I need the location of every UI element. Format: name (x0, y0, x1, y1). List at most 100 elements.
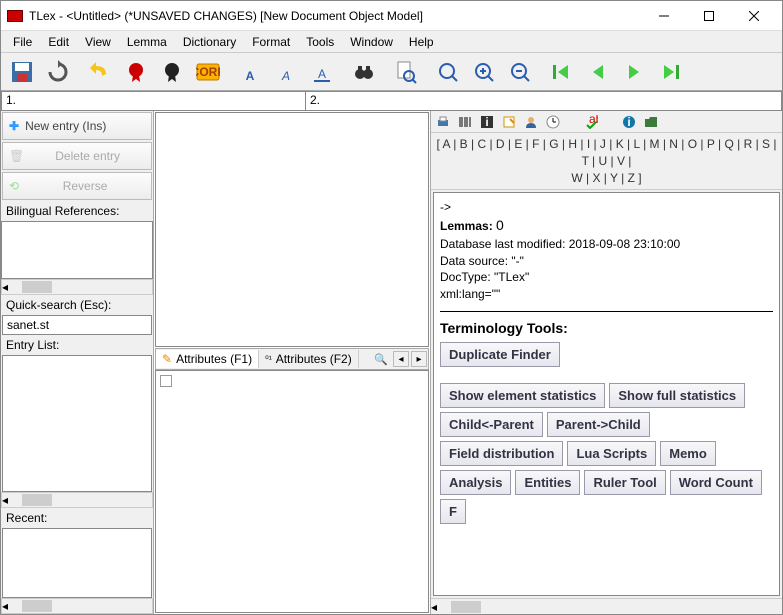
zoom-out-button[interactable] (503, 55, 537, 89)
quicksearch-label: Quick-search (Esc): (1, 295, 153, 315)
reverse-label: Reverse (25, 179, 145, 193)
black-seal-button[interactable] (155, 55, 189, 89)
menu-dictionary[interactable]: Dictionary (175, 33, 244, 51)
menu-window[interactable]: Window (342, 33, 401, 51)
address-bar: 1. 2. (1, 91, 782, 111)
field-distribution-button[interactable]: Field distribution (440, 441, 563, 466)
show-full-statistics-button[interactable]: Show full statistics (609, 383, 745, 408)
nav-prev-button[interactable] (581, 55, 615, 89)
info-square-icon[interactable]: i (479, 114, 495, 130)
delete-entry-label: Delete entry (30, 149, 145, 163)
red-seal-button[interactable] (119, 55, 153, 89)
f-button[interactable]: F (440, 499, 466, 524)
recent-label: Recent: (1, 508, 153, 528)
entities-button[interactable]: Entities (515, 470, 580, 495)
parent-child-button[interactable]: Parent->Child (547, 412, 650, 437)
spellcheck-icon[interactable]: abc (583, 114, 599, 130)
undo-button[interactable] (83, 55, 117, 89)
svg-text:CORP: CORP (196, 65, 220, 79)
attributes-tab-2[interactable]: ⁰¹ Attributes (F2) (259, 350, 359, 368)
menu-edit[interactable]: Edit (40, 33, 77, 51)
font-underline-button[interactable]: A (305, 55, 339, 89)
menubar: File Edit View Lemma Dictionary Format T… (1, 31, 782, 53)
binoculars-small-icon[interactable]: 🔍 (374, 353, 388, 366)
folder-icon[interactable] (643, 114, 659, 130)
recent-scrollbar[interactable]: ◂ (1, 598, 153, 614)
reverse-icon: ⟲ (9, 179, 19, 193)
delete-entry-button[interactable]: 🗑 Delete entry (2, 142, 152, 170)
menu-help[interactable]: Help (401, 33, 442, 51)
entry-list[interactable] (2, 355, 152, 492)
attribute-checkbox[interactable] (160, 375, 172, 387)
main-toolbar: CORP A A A (1, 53, 782, 91)
binoculars-button[interactable] (347, 55, 381, 89)
zoom-reset-button[interactable] (431, 55, 465, 89)
duplicate-finder-button[interactable]: Duplicate Finder (440, 342, 560, 367)
maximize-button[interactable] (686, 2, 731, 30)
analysis-button[interactable]: Analysis (440, 470, 511, 495)
bilingual-references-label: Bilingual References: (1, 201, 153, 221)
bilingual-references-list[interactable] (1, 221, 153, 279)
nav-last-button[interactable] (653, 55, 687, 89)
alphabet-row-2[interactable]: W | X | Y | Z ] (571, 171, 641, 185)
child-parent-button[interactable]: Child<-Parent (440, 412, 543, 437)
address-tab-2[interactable]: 2. (306, 91, 782, 111)
data-source-text: Data source: "-" (440, 253, 773, 270)
attributes-panel[interactable] (155, 370, 429, 613)
alphabet-row-1[interactable]: [ A | B | C | D | E | F | G | H | I | J … (437, 137, 777, 168)
reverse-button[interactable]: ⟲ Reverse (2, 172, 152, 200)
edit-icon: ✎ (162, 352, 172, 366)
new-entry-button[interactable]: ✚ New entry (Ins) (2, 112, 152, 140)
lua-scripts-button[interactable]: Lua Scripts (567, 441, 656, 466)
right-toolbar: i abc i (431, 111, 782, 133)
nav-next-button[interactable] (617, 55, 651, 89)
corp-button[interactable]: CORP (191, 55, 225, 89)
font-italic-button[interactable]: A (269, 55, 303, 89)
attributes-tab-1-label: Attributes (F1) (176, 352, 252, 366)
font-normal-button[interactable]: A (233, 55, 267, 89)
word-count-button[interactable]: Word Count (670, 470, 762, 495)
arrow-text: -> (440, 199, 773, 216)
zoom-in-button[interactable] (467, 55, 501, 89)
app-icon (7, 10, 23, 22)
refresh-button[interactable] (41, 55, 75, 89)
divider (440, 311, 773, 312)
address-tab-1[interactable]: 1. (1, 91, 306, 111)
barcode-icon[interactable] (457, 114, 473, 130)
svg-text:A: A (318, 67, 326, 81)
menu-file[interactable]: File (5, 33, 40, 51)
close-button[interactable] (731, 2, 776, 30)
info-circle-icon[interactable]: i (621, 114, 637, 130)
doctype-text: DocType: "TLex" (440, 269, 773, 286)
trash-icon: 🗑 (9, 149, 24, 163)
menu-tools[interactable]: Tools (298, 33, 342, 51)
print-icon[interactable] (435, 114, 451, 130)
ruler-tool-button[interactable]: Ruler Tool (584, 470, 665, 495)
quicksearch-input[interactable] (2, 315, 152, 335)
svg-text:A: A (281, 69, 290, 83)
code-icon: ⁰¹ (265, 354, 272, 365)
memo-button[interactable]: Memo (660, 441, 716, 466)
show-element-statistics-button[interactable]: Show element statistics (440, 383, 605, 408)
clock-icon[interactable] (545, 114, 561, 130)
editor-area[interactable] (155, 112, 429, 347)
attributes-tab-2-label: Attributes (F2) (276, 352, 352, 366)
right-scrollbar[interactable]: ◂ (431, 598, 782, 614)
save-button[interactable] (5, 55, 39, 89)
entrylist-scrollbar[interactable]: ◂ (1, 492, 153, 508)
recent-list[interactable] (2, 528, 152, 598)
page-zoom-button[interactable] (389, 55, 423, 89)
svg-text:i: i (627, 115, 630, 129)
nav-first-button[interactable] (545, 55, 579, 89)
menu-format[interactable]: Format (244, 33, 298, 51)
attr-prev-button[interactable]: ◂ (393, 351, 409, 367)
user-icon[interactable] (523, 114, 539, 130)
attributes-tab-1[interactable]: ✎ Attributes (F1) (156, 350, 259, 368)
menu-view[interactable]: View (77, 33, 119, 51)
bilingual-scrollbar[interactable]: ◂ (1, 279, 153, 295)
menu-lemma[interactable]: Lemma (119, 33, 175, 51)
note-icon[interactable] (501, 114, 517, 130)
attr-next-button[interactable]: ▸ (411, 351, 427, 367)
alphabet-index[interactable]: [ A | B | C | D | E | F | G | H | I | J … (431, 133, 782, 190)
minimize-button[interactable] (641, 2, 686, 30)
